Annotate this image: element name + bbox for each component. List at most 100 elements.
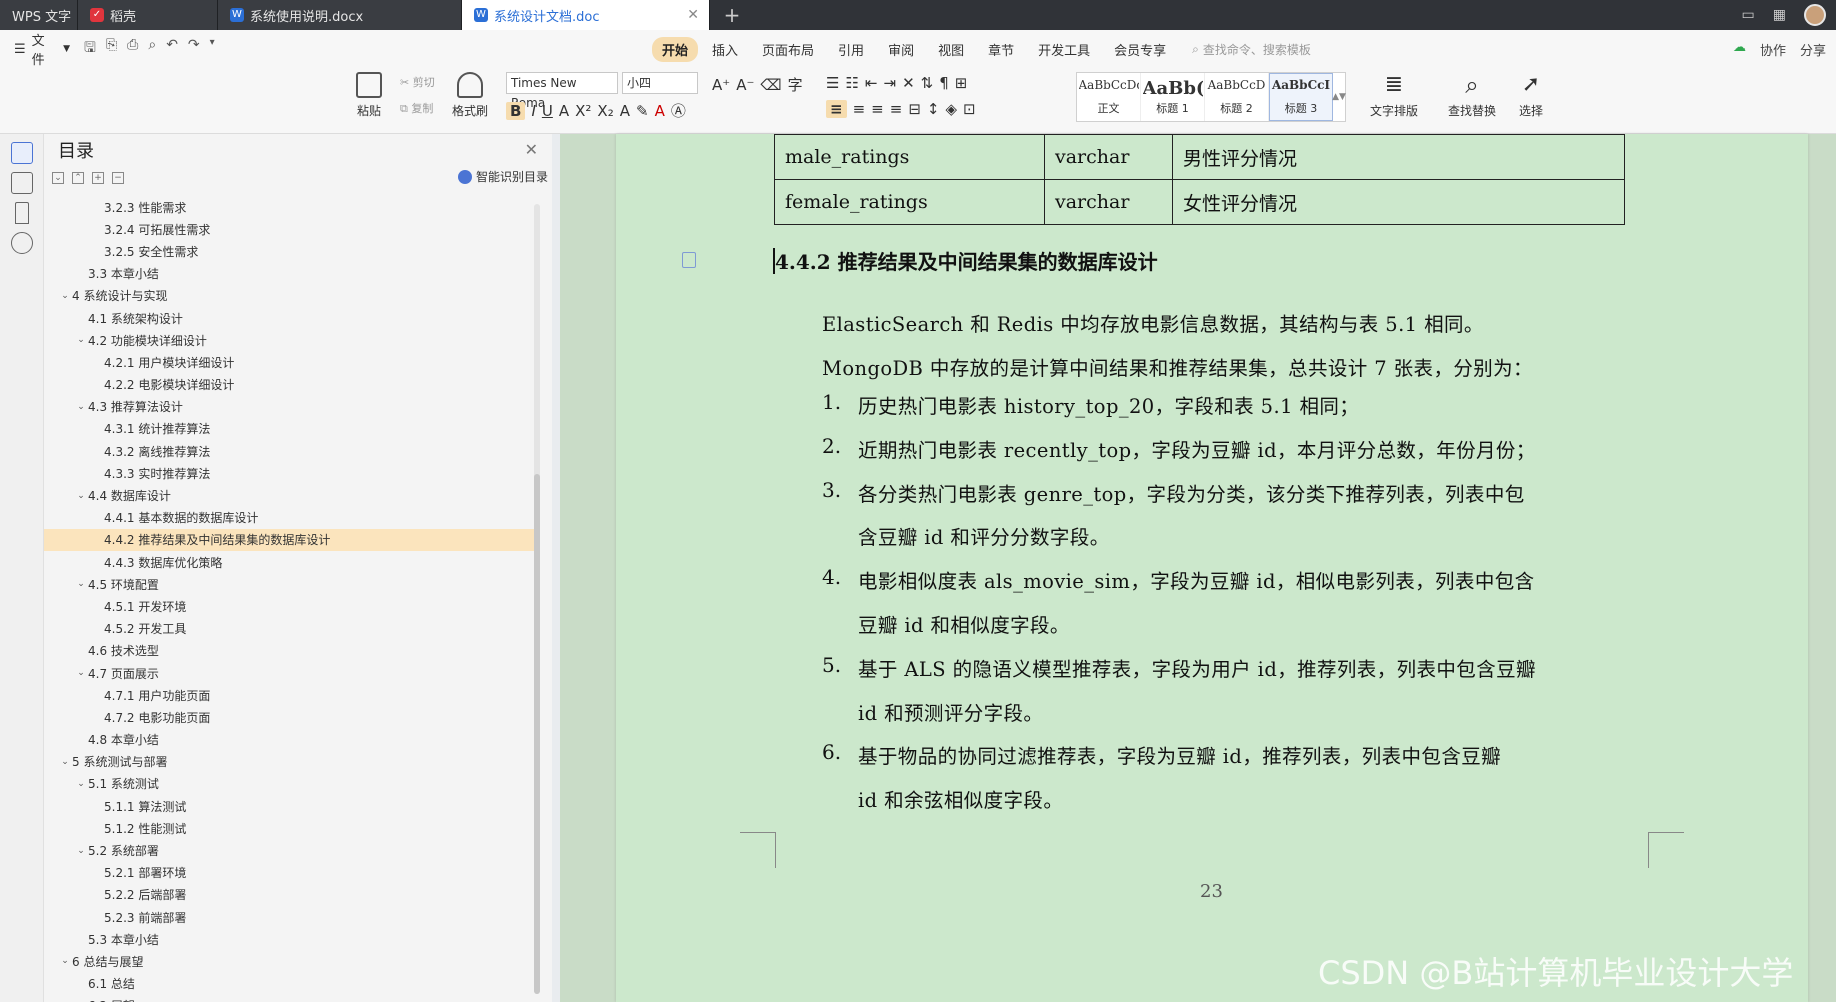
chevron-down-icon[interactable]: ⌄ (74, 335, 88, 345)
chevron-down-icon[interactable]: ⌄ (74, 846, 88, 856)
toc-item[interactable]: 4.4.3 数据库优化策略 (44, 551, 534, 573)
toc-item[interactable]: 4.4.1 基本数据的数据库设计 (44, 507, 534, 529)
char-shading-icon[interactable]: Ⓐ (671, 100, 686, 121)
toc-item[interactable]: ⌄ 6 总结与展望 (44, 950, 534, 972)
chevron-down-icon[interactable]: ⌄ (58, 956, 72, 966)
toc-item[interactable]: 5.2.3 前端部署 (44, 906, 534, 928)
style-heading-2[interactable]: AaBbCcD 标题 2 (1205, 73, 1269, 121)
toc-item[interactable]: 4.5.2 开发工具 (44, 618, 534, 640)
font-name-select[interactable]: Times New Roma (506, 72, 618, 110)
undo-icon[interactable]: ↶ (166, 37, 178, 61)
highlight-icon[interactable]: ✎ (636, 102, 649, 120)
toc-item[interactable]: 5.1.2 性能测试 (44, 817, 534, 839)
show-marks-icon[interactable]: ¶ (939, 74, 949, 92)
toc-item[interactable]: ⌄ 4 系统设计与实现 (44, 285, 534, 307)
italic-icon[interactable]: I (531, 102, 535, 120)
toc-item[interactable]: 4.7.2 电影功能页面 (44, 706, 534, 728)
font-color-icon[interactable]: A (655, 102, 665, 120)
chevron-down-icon[interactable]: ⌄ (74, 402, 88, 412)
toc-item[interactable]: 4.3.2 离线推荐算法 (44, 440, 534, 462)
text-layout-button[interactable]: ≣ 文字排版 (1370, 72, 1418, 119)
chevron-down-icon[interactable]: ⌄ (74, 579, 88, 589)
chevron-down-icon[interactable]: ⌄ (74, 668, 88, 678)
paste-button[interactable]: 粘贴 (356, 72, 382, 119)
bookmark-icon[interactable] (14, 202, 29, 224)
toc-item[interactable]: 5.1.1 算法测试 (44, 795, 534, 817)
increase-indent-icon[interactable]: ⇥ (883, 74, 896, 92)
table-cell[interactable]: varchar (1044, 179, 1173, 225)
toc-item[interactable]: 5.3 本章小结 (44, 928, 534, 950)
toc-item[interactable]: 5.2.1 部署环境 (44, 862, 534, 884)
table-cell[interactable]: 男性评分情况 (1172, 134, 1625, 180)
save-icon[interactable]: 🖫 (84, 37, 96, 61)
toc-item[interactable]: ⌄ 5.1 系统测试 (44, 773, 534, 795)
toc-item[interactable]: 4.3.3 实时推荐算法 (44, 462, 534, 484)
subscript-icon[interactable]: X₂ (597, 102, 613, 120)
toc-item[interactable]: 4.1 系统架构设计 (44, 307, 534, 329)
select-button[interactable]: ➚ 选择 (1518, 72, 1544, 119)
bold-icon[interactable]: B (506, 101, 526, 120)
toc-item[interactable]: ⌄ 4.3 推荐算法设计 (44, 396, 534, 418)
chapter-nav-icon[interactable] (10, 172, 33, 194)
shrink-font-icon[interactable]: A⁻ (736, 76, 754, 94)
grow-font-icon[interactable]: A⁺ (712, 76, 730, 94)
border-icon[interactable]: ⊡ (963, 100, 976, 118)
toc-item[interactable]: ⌄ 4.7 页面展示 (44, 662, 534, 684)
phonetic-icon[interactable]: 字 (788, 74, 803, 95)
search-icon[interactable] (10, 232, 33, 254)
export-pdf-icon[interactable]: ⎘ (106, 37, 117, 61)
distribute-icon[interactable]: ⊟ (908, 100, 921, 118)
underline-icon[interactable]: U (542, 102, 553, 120)
find-replace-button[interactable]: ⌕ 查找替换 (1448, 72, 1496, 119)
toc-item[interactable]: 6.2 展望 (44, 995, 534, 1002)
text-effect-icon[interactable]: A (620, 102, 630, 120)
style-scroll[interactable]: ▲▼ (1332, 73, 1346, 121)
tab-page-layout[interactable]: 页面布局 (752, 37, 824, 62)
bullet-list-icon[interactable]: ☰ (826, 74, 839, 92)
print-preview-icon[interactable]: ⌕ (148, 37, 156, 61)
expand-all-icon[interactable]: ⌃ (72, 172, 84, 184)
strikethrough-icon[interactable]: A (559, 102, 569, 120)
tab-view[interactable]: 视图 (928, 37, 974, 62)
chevron-down-icon[interactable]: ⌄ (74, 491, 88, 501)
numbered-list-icon[interactable]: ☷ (845, 74, 858, 92)
align-left-icon[interactable]: ≡ (826, 100, 847, 118)
tab-review[interactable]: 审阅 (878, 37, 924, 62)
toc-item[interactable]: ⌄ 4.2 功能模块详细设计 (44, 329, 534, 351)
style-normal[interactable]: AaBbCcDd 正文 (1077, 73, 1141, 121)
style-heading-3[interactable]: AaBbCcI 标题 3 (1269, 73, 1333, 121)
toc-item[interactable]: 4.3.1 统计推荐算法 (44, 418, 534, 440)
collaborate-button[interactable]: 协作 (1760, 40, 1786, 59)
collapse-all-icon[interactable]: ⌄ (52, 172, 64, 184)
close-icon[interactable]: ✕ (525, 140, 538, 159)
toc-item[interactable]: 4.5.1 开发环境 (44, 595, 534, 617)
format-painter-button[interactable]: 格式刷 (452, 72, 488, 119)
toc-scrollbar[interactable] (534, 204, 540, 994)
tab-start[interactable]: 开始 (652, 36, 699, 62)
command-search[interactable]: ⌕ 查找命令、搜索模板 (1192, 41, 1311, 58)
font-size-select[interactable]: 小四 (622, 72, 698, 94)
chinese-layout-icon[interactable]: ✕ (902, 74, 915, 92)
chevron-down-icon[interactable]: ⌄ (58, 291, 72, 301)
toc-item[interactable]: 3.2.4 可拓展性需求 (44, 218, 534, 240)
toc-item[interactable]: 4.8 本章小结 (44, 729, 534, 751)
toc-item[interactable]: 6.1 总结 (44, 973, 534, 995)
tab-member[interactable]: 会员专享 (1104, 37, 1176, 62)
customize-icon[interactable]: ▾ (210, 37, 215, 61)
tab-references[interactable]: 引用 (828, 37, 874, 62)
new-tab-button[interactable]: + (710, 0, 754, 30)
grid-apps-icon[interactable]: ▦ (1773, 7, 1786, 23)
file-menu-button[interactable]: ☰ 文件 ▼ (0, 30, 84, 68)
toc-item[interactable]: ⌄ 4.5 环境配置 (44, 573, 534, 595)
paragraph-handle-icon[interactable] (682, 252, 696, 268)
tab-chapter[interactable]: 章节 (978, 37, 1024, 62)
tab-system-design-doc[interactable]: W 系统设计文档.doc ✕ (462, 0, 710, 30)
tab-system-usage-doc[interactable]: W 系统使用说明.docx (218, 0, 462, 30)
cut-button[interactable]: ✂ 剪切 (400, 74, 435, 90)
justify-icon[interactable]: ≡ (890, 100, 903, 118)
toc-item[interactable]: 4.4.2 推荐结果及中间结果集的数据库设计 (44, 528, 534, 551)
avatar[interactable] (1804, 4, 1826, 26)
align-center-icon[interactable]: ≡ (853, 100, 866, 118)
copy-button[interactable]: ⧉ 复制 (400, 100, 433, 116)
toc-item[interactable]: ⌄ 4.4 数据库设计 (44, 484, 534, 506)
